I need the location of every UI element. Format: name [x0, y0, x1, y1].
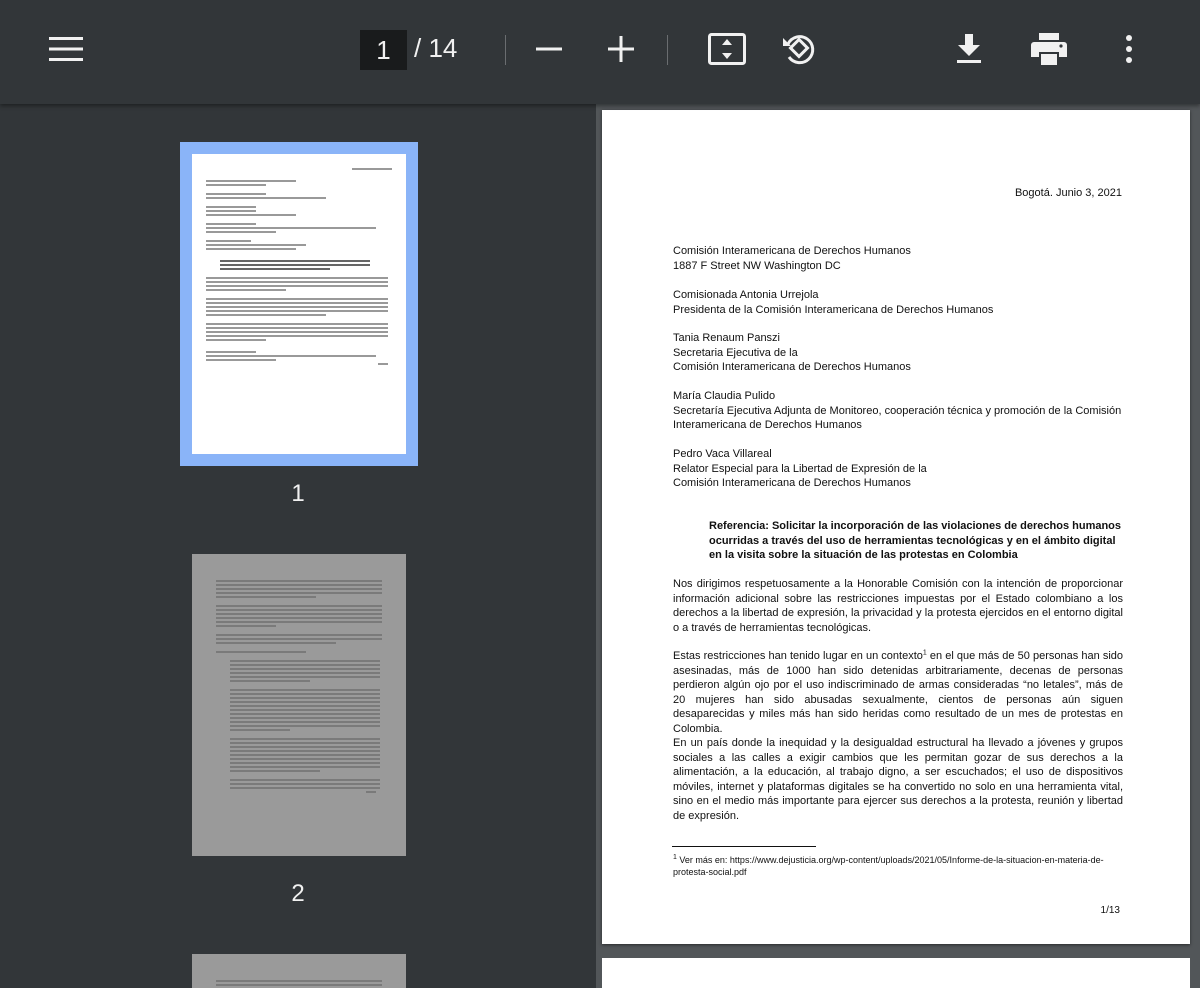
toolbar-divider [667, 35, 668, 65]
fit-page-icon [708, 33, 746, 65]
pdf-page-2 [602, 958, 1190, 988]
body-paragraph-3: En un país donde la inequidad y la desig… [673, 737, 1123, 822]
rotate-button[interactable] [772, 22, 826, 76]
footnote: 1 Ver más en: https://www.dejusticia.org… [673, 854, 1104, 877]
address-line: Comisión Interamericana de Derechos Huma… [673, 245, 911, 257]
thumbnail-page-number: 2 [291, 880, 305, 907]
zoom-in-icon [608, 36, 634, 62]
body-paragraph-1: Nos dirigimos respetuosamente a la Honor… [673, 578, 1123, 634]
zoom-in-button[interactable] [594, 22, 648, 76]
recipient-line: Comisionada Antonia Urrejola [673, 289, 819, 301]
more-icon [1126, 35, 1132, 63]
thumbnail-sidebar: 1 2 [0, 104, 596, 988]
recipient-line: Secretaria Ejecutiva de la [673, 346, 798, 359]
download-button[interactable] [942, 22, 996, 76]
recipient-line: Interamericana de Derechos Humanos [673, 419, 862, 431]
page-thumbnail-2[interactable] [192, 554, 406, 856]
recipient-line: Tania Renaum Panszi [673, 332, 781, 344]
address-line: 1887 F Street NW Washington DC [673, 259, 841, 272]
download-icon [957, 34, 981, 63]
more-options-button[interactable] [1102, 22, 1156, 76]
reference-paragraph: Referencia: Solicitar la incorporación d… [709, 520, 1122, 561]
recipient-line: Secretaría Ejecutiva Adjunta de Monitore… [673, 404, 1122, 417]
addressee-block: Comisión Interamericana de Derechos Huma… [673, 244, 911, 273]
menu-icon [49, 37, 83, 61]
thumbnail-preview [216, 978, 382, 988]
document-viewer[interactable]: Bogotá. Junio 3, 2021 Comisión Interamer… [596, 104, 1200, 988]
footnote-divider [672, 846, 816, 847]
pdf-page-1: Bogotá. Junio 3, 2021 Comisión Interamer… [602, 110, 1190, 944]
body-paragraph-2: Estas restricciones han tenido lugar en … [673, 649, 1123, 735]
page-total-label: / 14 [414, 33, 458, 63]
fit-page-button[interactable] [700, 22, 754, 76]
page-number-label: 1/13 [1100, 905, 1120, 916]
pdf-toolbar: 1 / 14 [0, 0, 1200, 104]
recipient-line: Comisión Interamericana de Derechos Huma… [673, 361, 911, 373]
print-icon [1031, 33, 1067, 65]
thumbnail-preview [206, 166, 392, 367]
recipient-block: Pedro Vaca Villareal Relator Especial pa… [673, 447, 927, 491]
rotate-icon [783, 35, 815, 65]
page-number-input[interactable]: 1 [360, 30, 407, 70]
print-button[interactable] [1022, 22, 1076, 76]
zoom-out-button[interactable] [522, 22, 576, 76]
recipient-block: Comisionada Antonia Urrejola Presidenta … [673, 288, 993, 317]
page-thumbnail-1[interactable] [180, 142, 418, 466]
recipient-line: Comisión Interamericana de Derechos Huma… [673, 477, 911, 489]
recipient-block: María Claudia Pulido Secretaría Ejecutiv… [673, 389, 1133, 433]
thumbnail-page-number: 1 [291, 480, 305, 507]
recipient-block: Tania Renaum Panszi Secretaria Ejecutiva… [673, 331, 911, 375]
recipient-line: María Claudia Pulido [673, 390, 776, 402]
page-thumbnail-3[interactable] [192, 954, 406, 988]
recipient-line: Relator Especial para la Libertad de Exp… [673, 462, 927, 475]
thumbnail-preview [216, 578, 382, 795]
recipient-line: Pedro Vaca Villareal [673, 448, 772, 460]
zoom-out-icon [536, 47, 562, 51]
letter-date: Bogotá. Junio 3, 2021 [1014, 187, 1122, 199]
recipient-line: Presidenta de la Comisión Interamericana… [673, 303, 994, 316]
menu-button[interactable] [39, 22, 93, 76]
toolbar-divider [505, 35, 506, 65]
